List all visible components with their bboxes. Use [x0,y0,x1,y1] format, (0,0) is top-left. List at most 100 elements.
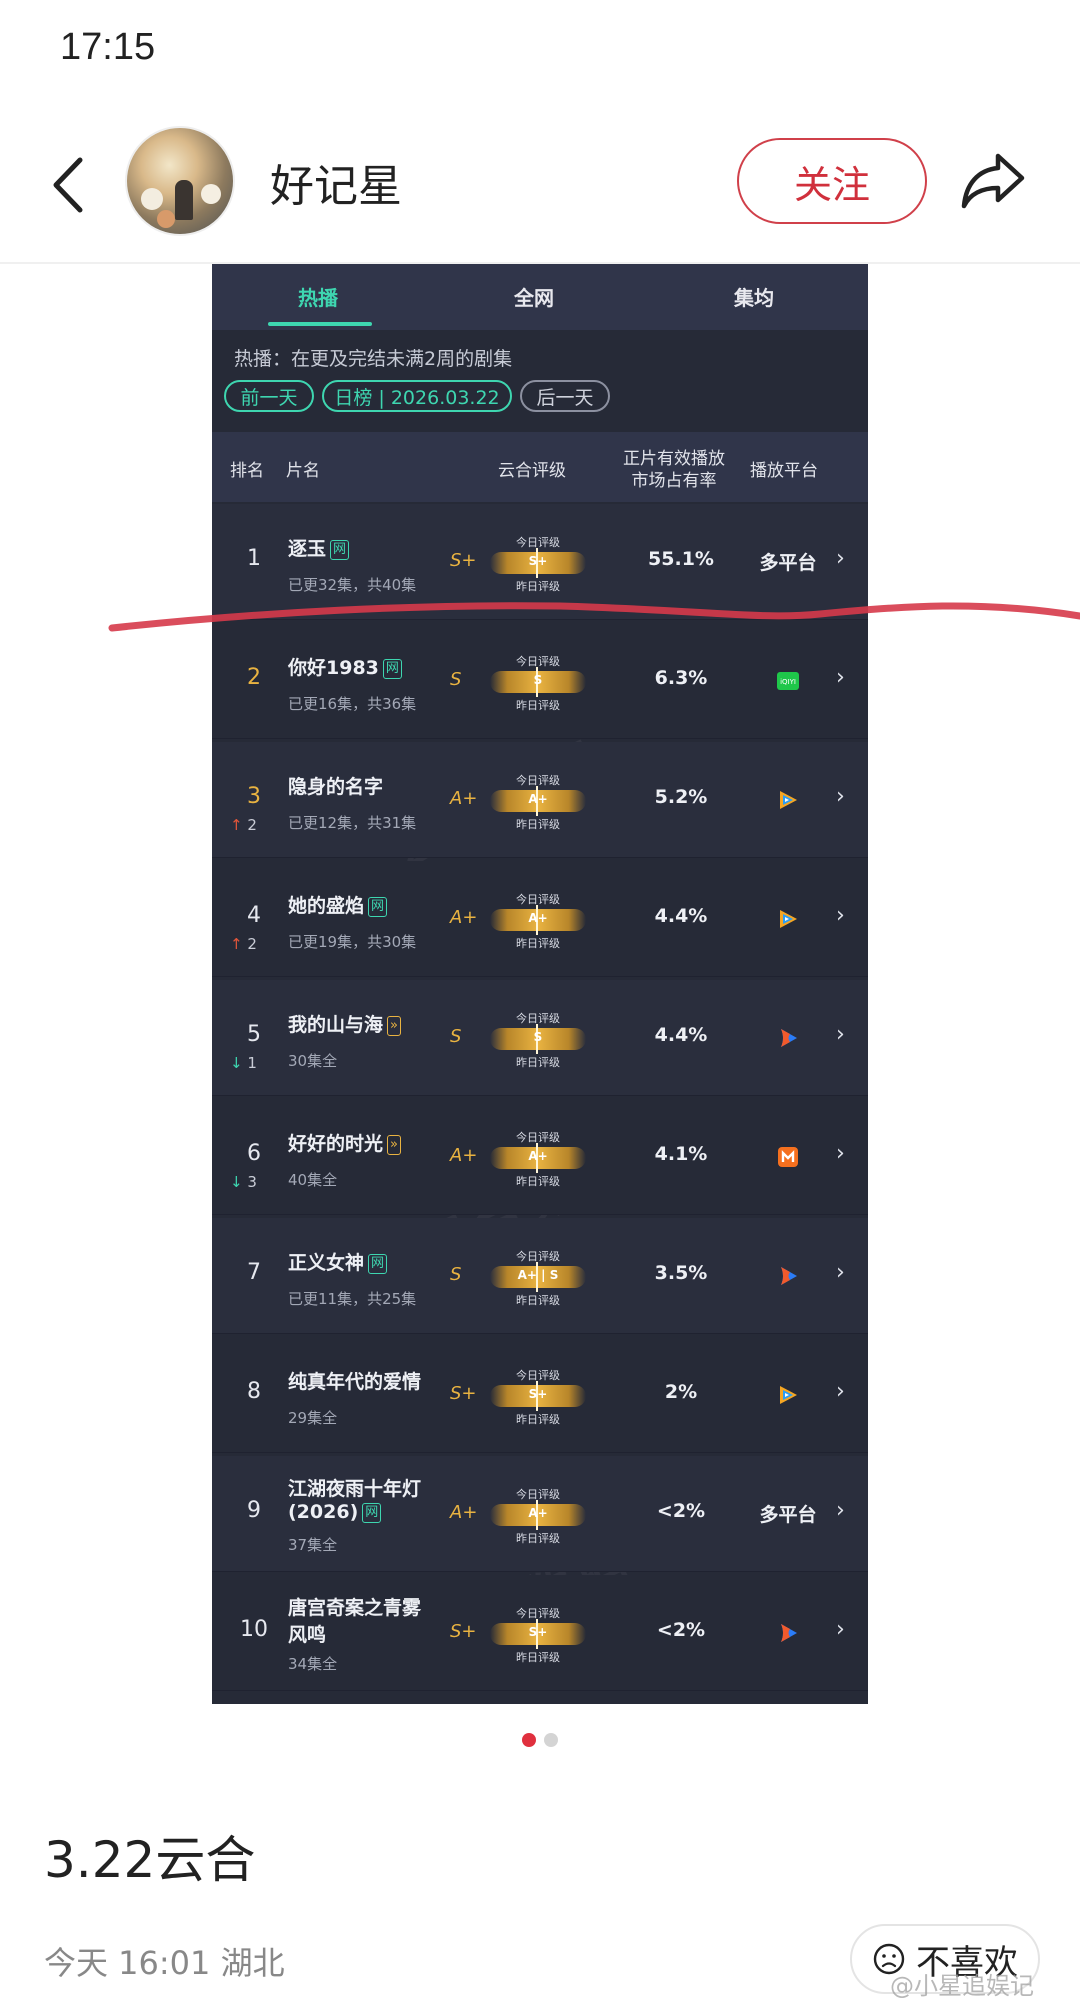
ranking-row[interactable]: 3 ↑ 2 隐身的名字 已更12集，共31集 A+ 今日评级 A+ 昨日评级 5.2% › [212,742,868,858]
rank-down-icon: ↓ [230,1173,243,1191]
grade-bar-text: S [533,1030,543,1044]
tencent-video-icon [780,1386,797,1404]
follow-button[interactable]: 关注 [737,138,927,224]
series-title[interactable]: 你好1983 网 [288,653,402,680]
chevron-right-icon[interactable]: › [836,1379,845,1404]
carousel-dot-active[interactable] [522,1733,536,1747]
ranking-row[interactable]: 5 ↓ 1 我的山与海» 30集全 S 今日评级 S 昨日评级 4.4% › [212,980,868,1096]
date-selector[interactable]: 日榜 | 2026.03.22 [322,380,512,412]
ranking-row[interactable]: 6 ↓ 3 好好的时光» 40集全 A+ 今日评级 A+ 昨日评级 4.1% › [212,1099,868,1215]
rank-change: ↓ 1 [230,1054,257,1072]
prev-day-button[interactable]: 前一天 [224,380,314,412]
grade-bar-text: A+ | S [517,1268,559,1282]
column-header: 排名 片名 云合评级 正片有效播放 市场占有率 播放平台 [212,432,868,502]
yunhe-grade: S+ [450,1621,477,1642]
col-platform: 播放平台 [750,461,818,481]
rank-number: 1 [247,546,261,571]
yesterday-grade-label: 昨日评级 [516,1175,560,1188]
market-share: 55.1% [648,548,714,570]
ranking-screenshot[interactable]: 热播 全网 集均 热播：在更及完结未满2周的剧集 前一天 日榜 | 2026.0… [212,264,868,1704]
tab-underline [268,322,372,326]
back-arrow-icon[interactable] [40,150,100,220]
chevron-right-icon[interactable]: › [836,546,845,571]
chevron-right-icon[interactable]: › [836,665,845,690]
episode-status: 37集全 [288,1536,338,1554]
series-title[interactable]: 逐玉网 [288,534,350,561]
username[interactable]: 好记星 [270,150,402,214]
yesterday-grade-label: 昨日评级 [516,818,560,831]
ranking-row[interactable]: 4 ↑ 2 她的盛焰网已更19集，共30集 A+ 今日评级 A+ 昨日评级 4.4% › [212,861,868,977]
market-share: <2% [656,1619,706,1641]
tab-all-network[interactable]: 全网 [514,282,554,311]
next-day-button[interactable]: 后一天 [520,380,610,412]
series-title[interactable]: 隐身的名字 [288,772,383,799]
chevron-right-icon[interactable]: › [836,903,845,928]
episode-status: 34集全 [288,1655,338,1673]
rank-number: 5 [247,1022,261,1047]
platform-label: 多平台 [759,552,817,574]
chevron-right-icon[interactable]: › [836,1498,845,1523]
ranking-row[interactable]: 2 你好1983 网已更16集，共36集 S 今日评级 S 昨日评级 6.3% iQIYI › [212,623,868,739]
market-share: 2% [664,1381,698,1403]
yunhe-grade: A+ [450,1145,478,1166]
rank-number: 4 [247,903,261,928]
series-title[interactable]: 纯真年代的爱情 [288,1367,421,1394]
avatar[interactable] [125,126,235,236]
chevron-right-icon[interactable]: › [836,1260,845,1285]
series-title[interactable]: 唐宫奇案之青雾 风鸣 [288,1593,421,1647]
series-title-text: 逐玉 [288,538,327,560]
ranking-row[interactable]: 8 纯真年代的爱情 29集全 S+ 今日评级 S+ 昨日评级 2% › [212,1337,868,1453]
rank-number: 2 [247,665,261,690]
rank-change: ↑ 2 [230,935,257,953]
series-title[interactable]: 我的山与海» [288,1010,401,1037]
yesterday-grade-label: 昨日评级 [516,699,560,712]
chevron-right-icon[interactable]: › [836,1022,845,1047]
yesterday-grade-label: 昨日评级 [516,1413,560,1426]
col-share-line2: 市场占有率 [631,471,717,491]
series-title[interactable]: 江湖夜雨十年灯 (2026) 网 [288,1474,421,1523]
series-title-text: 正义女神 [288,1252,365,1274]
series-title-text: 唐宫奇案之青雾 [288,1597,422,1619]
today-grade-label: 今日评级 [516,1488,560,1501]
market-share: 3.5% [654,1262,708,1284]
chevron-right-icon[interactable]: › [836,784,845,809]
yesterday-grade-label: 昨日评级 [516,1294,560,1307]
episode-status: 已更32集，共40集 [288,576,417,594]
rank-number: 6 [247,1141,261,1166]
tab-hot[interactable]: 热播 [298,282,338,311]
ranking-row[interactable]: 7 正义女神网已更11集，共25集 S 今日评级 A+ | S 昨日评级 3.5% › [212,1218,868,1334]
share-icon[interactable] [958,148,1028,212]
mango-tv-icon [778,1147,798,1167]
episode-status: 40集全 [288,1171,338,1189]
today-grade-label: 今日评级 [516,893,560,906]
series-title-line2: (2026) [288,1501,359,1523]
grade-bar-text: S+ [528,1625,548,1639]
rank-up-icon: ↑ [230,816,243,834]
grade-bar-text: S [533,673,543,687]
grade-bar-text: A+ [528,792,548,806]
yesterday-grade-label: 昨日评级 [516,580,560,593]
series-title[interactable]: 好好的时光» [288,1129,401,1156]
chevron-right-icon[interactable]: › [836,1141,845,1166]
ranking-row[interactable]: 10 唐宫奇案之青雾 风鸣 34集全 S+ 今日评级 S+ 昨日评级 <2% › [212,1575,868,1691]
carousel-indicator [518,1732,562,1751]
grade-gauge: 今日评级 A+ 昨日评级 [484,1486,592,1546]
series-title[interactable]: 她的盛焰网 [288,891,388,918]
youku-icon [781,1624,797,1642]
col-rank: 排名 [230,461,264,481]
iqiyi-icon: iQIYI [777,672,799,690]
rank-change-value: 1 [247,1054,257,1072]
series-title[interactable]: 正义女神网 [288,1248,388,1275]
youku-icon [781,1267,797,1285]
ranking-row[interactable]: 1 逐玉网已更32集，共40集 S+ 今日评级 S+ 昨日评级 55.1% 多平台 › [212,504,868,620]
tab-bar: 热播 全网 集均 [212,264,868,330]
ranking-row[interactable]: 9 江湖夜雨十年灯 (2026) 网 37集全 A+ 今日评级 A+ 昨日评级 <2% 多平台 › [212,1456,868,1572]
today-grade-label: 今日评级 [516,1012,560,1025]
chevron-right-icon[interactable]: › [836,1617,845,1642]
today-grade-label: 今日评级 [516,655,560,668]
carousel-dot[interactable] [544,1733,558,1747]
market-share: 4.4% [654,1024,708,1046]
tab-episode-avg[interactable]: 集均 [734,282,774,311]
series-title-text: 隐身的名字 [288,776,384,798]
episode-status: 已更11集，共25集 [288,1290,417,1308]
